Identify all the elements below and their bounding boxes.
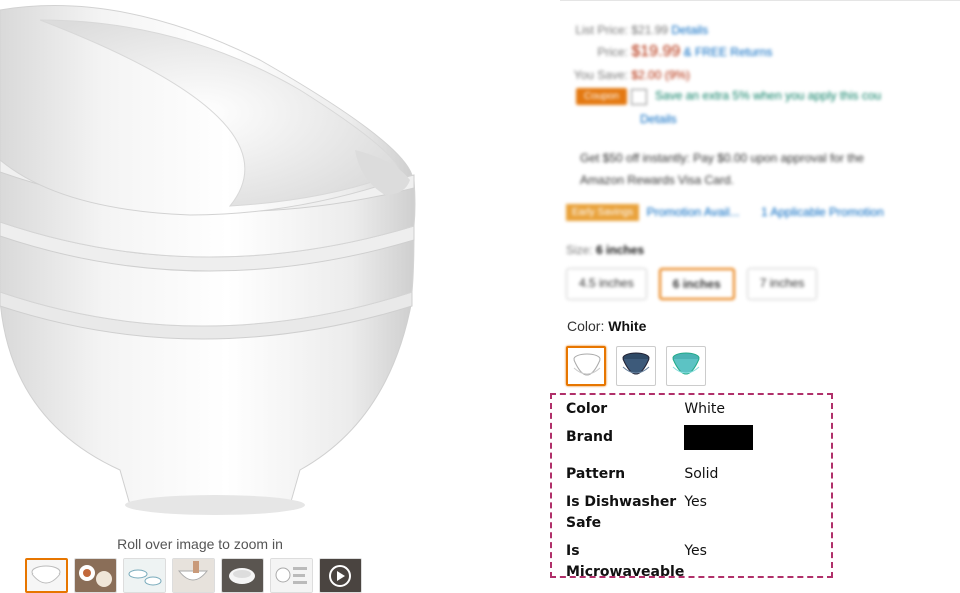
attribute-key: Pattern xyxy=(566,466,626,482)
color-selected: White xyxy=(608,318,647,334)
promotion-link[interactable]: Promotion Avail... xyxy=(646,205,739,219)
promo-line-2: Amazon Rewards Visa Card. xyxy=(580,173,734,187)
attribute-row-dishwasher-safe: Is Dishwasher Safe Yes xyxy=(566,492,753,541)
size-selected: 6 inches xyxy=(596,243,645,257)
attribute-row-microwaveable: Is Microwaveable Yes xyxy=(566,541,753,590)
size-option-7-inches[interactable]: 7 inches xyxy=(746,268,818,300)
list-price-details-link[interactable]: Details xyxy=(671,23,708,37)
attribute-value xyxy=(684,425,754,464)
attribute-key: Is Dishwasher Safe xyxy=(566,494,677,531)
thumbnail-hand-bowl[interactable] xyxy=(172,558,215,593)
attribute-row-color: Color White xyxy=(566,399,753,427)
attribute-key: Brand xyxy=(566,429,614,445)
attribute-key: Color xyxy=(566,401,608,417)
thumbnail-strip xyxy=(25,558,362,593)
size-option-6-inches[interactable]: 6 inches xyxy=(658,268,735,300)
attribute-row-pattern: Pattern Solid xyxy=(566,464,753,492)
coupon-details-link[interactable]: Details xyxy=(640,112,677,126)
list-price-label: List Price: xyxy=(575,23,628,37)
attribute-row-brand: Brand xyxy=(566,425,754,464)
bowls-image xyxy=(0,5,416,515)
color-label-text: Color: xyxy=(567,318,605,334)
free-returns-link[interactable]: & FREE Returns xyxy=(684,45,773,59)
color-label: Color: White xyxy=(567,318,646,334)
zoom-hint: Roll over image to zoom in xyxy=(117,536,283,552)
thumbnail-video[interactable] xyxy=(319,558,362,593)
swatch-white[interactable] xyxy=(566,346,606,386)
applicable-promotions-link[interactable]: 1 Applicable Promotion xyxy=(761,205,884,219)
attribute-value: White xyxy=(684,401,726,417)
coupon-badge: Coupon xyxy=(576,88,628,105)
price-label: Price: xyxy=(597,45,628,59)
promo-line-1: Get $50 off instantly: Pay $0.00 upon ap… xyxy=(580,151,864,165)
attribute-value: Yes xyxy=(684,543,707,559)
play-icon xyxy=(320,559,361,592)
swatch-blue[interactable] xyxy=(616,346,656,386)
deal-badge: Early Savings xyxy=(566,204,640,221)
coupon-text: Save an extra 5% when you apply this cou xyxy=(655,88,882,103)
price: $19.99 xyxy=(631,43,681,60)
divider xyxy=(560,0,960,1)
product-attributes-table: Color White Brand Pattern Solid Is Dishw… xyxy=(566,399,754,590)
list-price: $21.99 xyxy=(631,23,669,37)
size-option-4-5-inches[interactable]: 4.5 inches xyxy=(566,268,647,300)
size-label: Size: xyxy=(566,243,593,257)
coupon-checkbox[interactable] xyxy=(631,88,648,105)
thumbnail-dimensions[interactable] xyxy=(123,558,166,593)
thumbnail-bowls-table[interactable] xyxy=(221,558,264,593)
you-save-amount: $2.00 (9%) xyxy=(631,68,691,82)
product-main-image[interactable] xyxy=(0,0,440,530)
swatch-turquoise[interactable] xyxy=(666,346,706,386)
attribute-value: Solid xyxy=(684,466,719,482)
size-options: 4.5 inches 6 inches 7 inches xyxy=(566,268,818,300)
color-swatches xyxy=(566,346,706,386)
thumbnail-bowls-stack[interactable] xyxy=(25,558,68,593)
attribute-key: Is Microwaveable xyxy=(566,543,685,580)
you-save-label: You Save: xyxy=(573,68,628,82)
redacted-brand xyxy=(684,425,754,450)
attribute-value: Yes xyxy=(684,494,707,510)
thumbnail-bowls-food[interactable] xyxy=(74,558,117,593)
thumbnail-features[interactable] xyxy=(270,558,313,593)
